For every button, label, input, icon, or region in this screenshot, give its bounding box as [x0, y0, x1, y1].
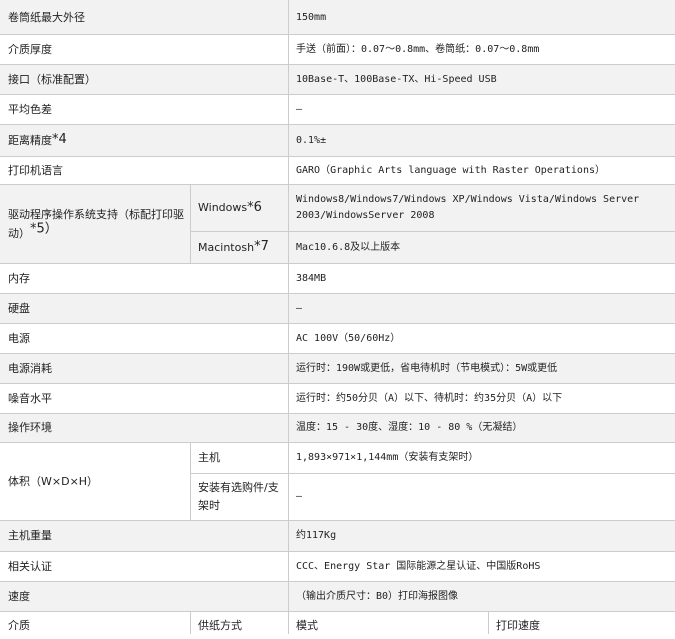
row-value: 约117Kg	[296, 530, 337, 541]
spec-table: 卷筒纸最大外径 150mm 介质厚度 手送（前面）：0.07～0.8mm、卷筒纸…	[0, 0, 675, 634]
sub-label-text: Macintosh	[198, 240, 255, 254]
row-value: （输出介质尺寸：B0）打印海报图像	[296, 590, 459, 602]
row-label: 距离精度 *4	[8, 132, 67, 147]
row-value: GARO（Graphic Arts language with Raster O…	[296, 164, 605, 176]
column-header-speed: 打印速度	[496, 618, 540, 632]
row-value: 10Base-T、100Base-TX、Hi-Speed USB	[296, 73, 497, 85]
row-label: 相关认证	[8, 559, 52, 573]
row-label: 硬盘	[8, 301, 30, 315]
column-header-feed: 供纸方式	[198, 618, 242, 632]
row-value: AC 100V（50/60Hz）	[296, 332, 401, 344]
row-value: –	[296, 103, 303, 115]
row-value: Mac10.6.8及以上版本	[296, 241, 401, 253]
column-header-media: 介质	[8, 618, 30, 632]
row-label: 体积（W×D×H）	[8, 474, 99, 488]
row-value: Windows8/Windows7/Windows XP/Windows Vis…	[296, 193, 640, 221]
row-value: –	[296, 491, 303, 502]
sub-label-text: Windows	[198, 201, 248, 214]
row-label: 噪音水平	[8, 391, 52, 405]
row-label: 卷筒纸最大外径	[8, 10, 85, 24]
row-label: 电源	[8, 331, 30, 345]
row-label: 内存	[8, 271, 30, 285]
row-label: 速度	[8, 589, 30, 603]
sub-label: Macintosh *7	[198, 239, 269, 254]
row-value: 1,893×971×1,144mm（安装有支架时）	[296, 452, 479, 463]
label-text: 距离精度	[8, 133, 52, 147]
row-label: 主机重量	[8, 529, 52, 542]
column-header-mode: 模式	[296, 618, 318, 632]
footnote-marker: *5）	[30, 220, 58, 236]
row-value: 0.1%±	[296, 134, 327, 146]
row-label: 接口（标准配置）	[8, 72, 96, 86]
row-value: 运行时：约50分贝（A）以下、待机时：约35分贝（A）以下	[296, 392, 563, 404]
sub-label: Windows *6	[198, 199, 262, 215]
sub-label: 安装有选购件/支架时	[198, 480, 279, 512]
row-label: 介质厚度	[8, 42, 52, 56]
row-value: 温度：15 - 30度、湿度：10 - 80 %（无凝结）	[296, 422, 523, 433]
row-label: 平均色差	[8, 102, 52, 116]
row-value: 384MB	[296, 272, 327, 284]
row-label: 电源消耗	[8, 361, 52, 375]
row-value: 运行时：190W或更低，省电待机时（节电模式）：5W或更低	[296, 362, 558, 374]
row-value: –	[296, 302, 303, 314]
row-label: 驱动程序操作系统支持（标配打印驱动）*5）	[8, 184, 186, 263]
row-value: 手送（前面）：0.07～0.8mm、卷筒纸：0.07～0.8mm	[296, 43, 540, 55]
row-value: CCC、Energy Star 国际能源之星认证、中国版RoHS	[296, 560, 541, 572]
row-value: 150mm	[296, 11, 327, 23]
sub-label: 主机	[198, 451, 220, 464]
row-label: 打印机语言	[8, 163, 63, 177]
row-label: 操作环境	[8, 421, 52, 434]
